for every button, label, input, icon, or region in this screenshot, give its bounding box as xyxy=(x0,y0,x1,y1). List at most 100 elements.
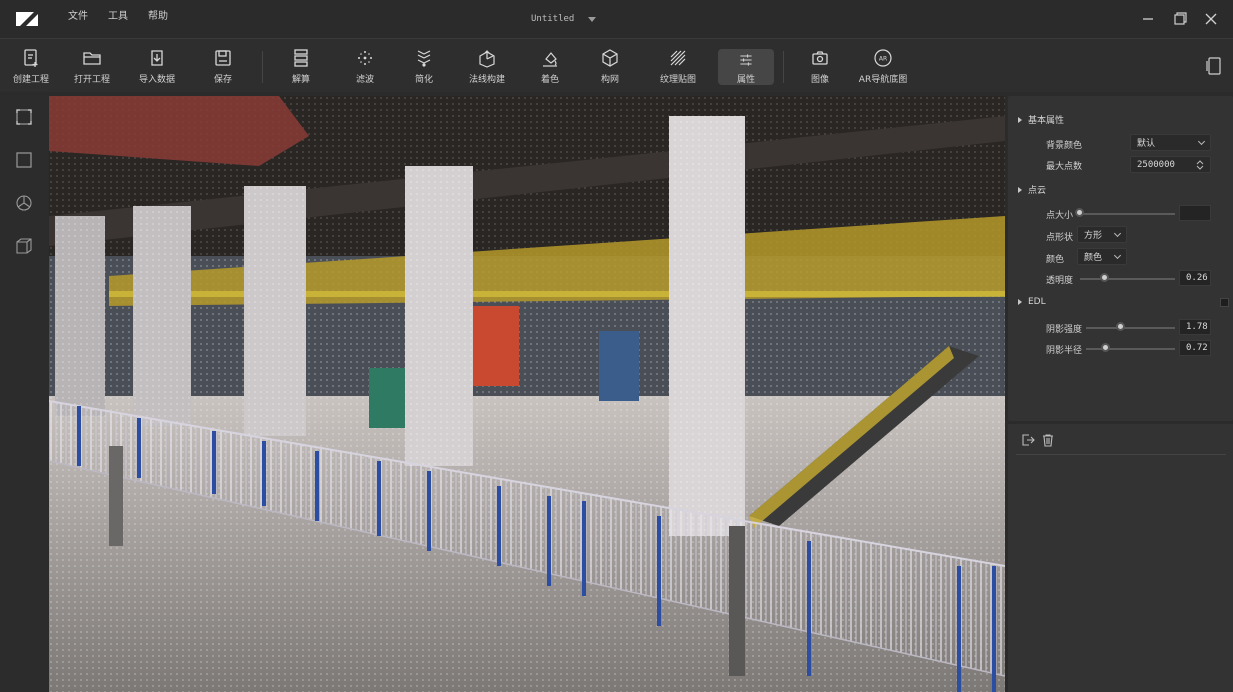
shadow-strength-value: 1.78 xyxy=(1186,322,1208,332)
point-size-label: 点大小 xyxy=(1046,211,1074,221)
minimize-icon[interactable] xyxy=(1138,9,1158,29)
max-points-label: 最大点数 xyxy=(1046,162,1083,172)
simplify-label: 简化 xyxy=(414,75,433,85)
menu-file[interactable]: 文件 xyxy=(68,7,88,22)
menu-help[interactable]: 帮助 xyxy=(148,7,168,22)
mesh-label: 构网 xyxy=(600,75,619,85)
save-label: 保存 xyxy=(213,75,232,85)
solve-button[interactable]: 解算 xyxy=(271,48,331,85)
point-shape-label: 点形状 xyxy=(1046,233,1074,243)
open-project-button[interactable]: 打开工程 xyxy=(62,48,122,85)
point-size-slider[interactable] xyxy=(1080,213,1175,215)
opacity-input[interactable]: 0.26 xyxy=(1179,270,1211,286)
import-data-button[interactable]: 导入数据 xyxy=(127,48,187,85)
bg-color-dropdown[interactable]: 默认 xyxy=(1130,134,1211,151)
maximize-icon[interactable] xyxy=(1170,9,1190,29)
document-title-text: Untitled xyxy=(531,14,575,24)
shadow-strength-label: 阴影强度 xyxy=(1046,325,1083,335)
color-button[interactable]: 着色 xyxy=(520,48,580,85)
shadow-radius-slider-thumb[interactable] xyxy=(1100,343,1110,352)
expand-triangle-icon xyxy=(1018,186,1022,193)
simplify-button[interactable]: 简化 xyxy=(394,48,454,85)
section-edl-title: EDL xyxy=(1028,297,1046,307)
fit-view-icon[interactable] xyxy=(15,108,33,126)
chevron-down-icon[interactable] xyxy=(588,16,597,22)
image-label: 图像 xyxy=(810,75,829,85)
trash-icon[interactable] xyxy=(1041,433,1055,447)
section-pointcloud-header[interactable]: 点云 xyxy=(1018,183,1046,196)
save-icon xyxy=(215,50,231,66)
front-view-icon[interactable] xyxy=(15,151,33,169)
filter-label: 滤波 xyxy=(355,75,374,85)
max-points-spinbox[interactable]: 2500000 xyxy=(1130,156,1211,173)
panel-divider xyxy=(1016,454,1226,455)
point-size-input[interactable] xyxy=(1179,205,1211,221)
section-basic-header[interactable]: 基本属性 xyxy=(1018,113,1064,126)
expand-triangle-icon xyxy=(1018,116,1022,123)
layers-panel xyxy=(1008,424,1233,692)
spin-arrows-icon[interactable] xyxy=(1196,159,1204,170)
menu-bar: 文件 工具 帮助 xyxy=(68,7,168,22)
properties-button[interactable]: 属性 xyxy=(718,49,774,85)
opacity-slider-thumb[interactable] xyxy=(1099,273,1109,282)
color-mode-dropdown[interactable]: 颜色 xyxy=(1077,248,1127,265)
close-icon[interactable] xyxy=(1201,9,1221,29)
ar-map-icon: AR xyxy=(874,49,892,67)
mesh-button[interactable]: 构网 xyxy=(580,48,640,85)
normal-build-button[interactable]: 法线构建 xyxy=(457,48,517,85)
svg-text:AR: AR xyxy=(879,56,887,63)
opacity-value: 0.26 xyxy=(1186,273,1208,283)
bg-color-label: 背景颜色 xyxy=(1046,141,1083,151)
chevron-down-icon xyxy=(1197,137,1206,145)
export-icon[interactable] xyxy=(1021,433,1035,447)
image-button[interactable]: 图像 xyxy=(790,48,850,85)
shadow-strength-slider[interactable] xyxy=(1086,327,1175,329)
panel-toggle-icon[interactable] xyxy=(1205,56,1223,76)
filter-button[interactable]: 滤波 xyxy=(335,48,395,85)
properties-panel: 基本属性 背景颜色 默认 最大点数 2500000 点云 点大小 点形状 方形 … xyxy=(1008,96,1233,421)
texture-mapping-label: 纹理贴图 xyxy=(659,75,696,85)
import-data-label: 导入数据 xyxy=(138,75,175,85)
solve-icon xyxy=(294,49,308,67)
mesh-icon xyxy=(602,49,618,67)
edl-enable-checkbox[interactable] xyxy=(1220,298,1229,307)
create-project-button[interactable]: 创建工程 xyxy=(1,48,61,85)
section-edl-header[interactable]: EDL xyxy=(1018,297,1046,307)
chevron-down-icon xyxy=(1113,251,1122,259)
properties-label: 属性 xyxy=(736,75,755,85)
app-logo-icon xyxy=(16,12,38,26)
import-icon xyxy=(151,50,163,66)
save-button[interactable]: 保存 xyxy=(193,48,253,85)
point-shape-dropdown[interactable]: 方形 xyxy=(1077,226,1127,243)
opacity-slider[interactable] xyxy=(1080,278,1175,280)
main-toolbar: 创建工程 打开工程 导入数据 保存 解算 滤波 简化 法线构建 着色 构网 纹理… xyxy=(0,38,1233,92)
section-pointcloud-title: 点云 xyxy=(1028,186,1047,196)
axis-view-icon[interactable] xyxy=(15,194,33,212)
ar-nav-map-label: AR导航底图 xyxy=(858,75,908,85)
normal-build-icon xyxy=(479,50,495,68)
document-title[interactable]: Untitled xyxy=(531,14,597,24)
shadow-radius-input[interactable]: 0.72 xyxy=(1179,340,1211,356)
filter-icon xyxy=(358,51,372,65)
point-shape-value: 方形 xyxy=(1084,231,1103,241)
texture-mapping-button[interactable]: 纹理贴图 xyxy=(648,48,708,85)
open-project-label: 打开工程 xyxy=(73,75,110,85)
shadow-radius-slider[interactable] xyxy=(1086,348,1175,350)
solve-label: 解算 xyxy=(291,75,310,85)
shadow-strength-slider-thumb[interactable] xyxy=(1115,322,1125,331)
point-cloud-viewport[interactable] xyxy=(49,96,1005,692)
simplify-icon xyxy=(417,50,431,67)
shadow-radius-label: 阴影半径 xyxy=(1046,346,1083,356)
shadow-strength-input[interactable]: 1.78 xyxy=(1179,319,1211,335)
view-sidebar xyxy=(0,95,48,692)
cube-view-icon[interactable] xyxy=(15,237,33,255)
menu-tools[interactable]: 工具 xyxy=(108,7,128,22)
title-bar: 文件 工具 帮助 Untitled xyxy=(0,0,1233,38)
point-size-slider-thumb[interactable] xyxy=(1075,208,1084,217)
ar-nav-map-button[interactable]: AR AR导航底图 xyxy=(853,48,913,85)
bg-color-value: 默认 xyxy=(1137,139,1156,149)
section-basic-title: 基本属性 xyxy=(1028,116,1065,126)
normal-build-label: 法线构建 xyxy=(468,75,505,85)
camera-icon xyxy=(812,51,828,65)
color-fill-icon xyxy=(543,52,557,67)
